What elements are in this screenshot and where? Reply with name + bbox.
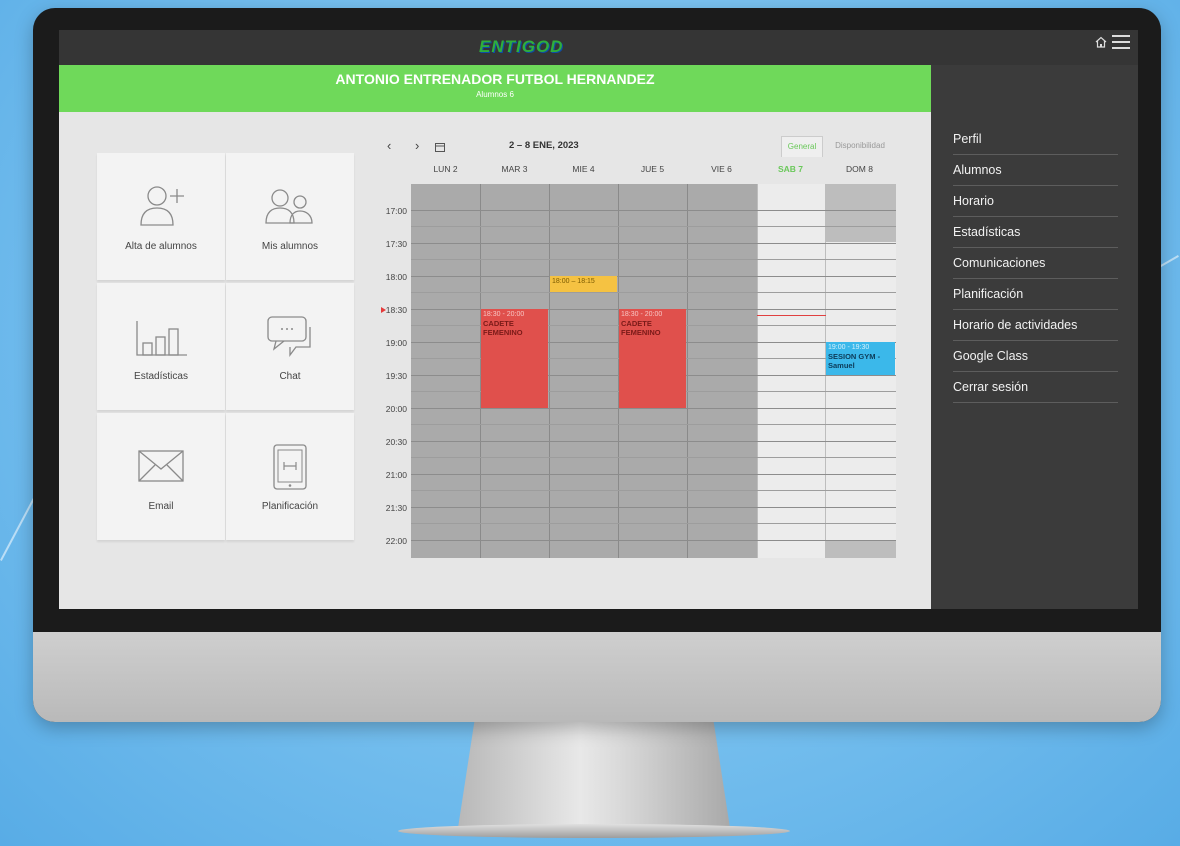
- sidebar-menu: Perfil Alumnos Horario Estadísticas Comu…: [931, 65, 1138, 609]
- menu-icon[interactable]: [1112, 35, 1130, 49]
- time-label: 19:00: [385, 338, 407, 348]
- monitor-chin: [33, 632, 1161, 722]
- sidebar-item-comunicaciones[interactable]: Comunicaciones: [953, 248, 1118, 279]
- current-time-marker: [381, 307, 386, 313]
- chat-icon: [267, 316, 311, 357]
- day-header: LUN 2: [433, 164, 458, 174]
- calendar-grid[interactable]: 18:00 – 18:15 18:30 - 20:00 CADETE FEMEN…: [411, 184, 896, 558]
- calendar-icon[interactable]: [435, 142, 445, 152]
- time-label: 17:30: [385, 239, 407, 249]
- tile-label: Email: [148, 501, 174, 512]
- time-label: 17:00: [385, 206, 407, 216]
- day-header-today: SAB 7: [777, 164, 804, 174]
- day-header: VIE 6: [711, 164, 732, 174]
- day-header: DOM 8: [846, 164, 873, 174]
- time-label: 18:00: [385, 272, 407, 282]
- week-range: 2 – 8 ENE, 2023: [509, 140, 579, 151]
- event-block[interactable]: 18:30 - 20:00 CADETE FEMENINO: [481, 309, 548, 408]
- tile-alta-alumnos[interactable]: Alta de alumnos: [97, 153, 225, 280]
- tile-label: Chat: [279, 371, 301, 382]
- bar-chart-icon: [136, 321, 187, 356]
- day-header: JUE 5: [640, 164, 665, 174]
- profile-header: ANTONIO ENTRENADOR FUTBOL HERNANDEZ Alum…: [59, 65, 931, 112]
- time-label: 19:30: [385, 371, 407, 381]
- screen: ENTIGOD ANTONIO ENTRENADOR FUTBOL HERNAN…: [59, 30, 1138, 609]
- event-block[interactable]: 18:30 - 20:00 CADETE FEMENINO: [619, 309, 686, 408]
- monitor: ENTIGOD ANTONIO ENTRENADOR FUTBOL HERNAN…: [33, 8, 1161, 722]
- tile-label: Mis alumnos: [261, 241, 319, 252]
- time-label: 20:30: [385, 437, 407, 447]
- tablet-icon: [273, 444, 307, 490]
- sidebar-item-estadisticas[interactable]: Estadísticas: [953, 217, 1118, 248]
- add-user-icon: [140, 186, 184, 226]
- event-block[interactable]: 18:00 – 18:15: [550, 276, 617, 292]
- event-block[interactable]: 19:00 - 19:30 SESION GYM - Samuel: [826, 342, 895, 375]
- day-header: MIE 4: [572, 164, 595, 174]
- prev-week-button[interactable]: ‹: [387, 138, 391, 153]
- sidebar-item-horario-actividades[interactable]: Horario de actividades: [953, 310, 1118, 341]
- calendar: ‹ › 2 – 8 ENE, 2023 General Disponibilid…: [379, 132, 899, 572]
- sidebar-item-cerrar-sesion[interactable]: Cerrar sesión: [953, 372, 1118, 403]
- sidebar-item-google-class[interactable]: Google Class: [953, 341, 1118, 372]
- students-count: Alumnos 6: [476, 90, 514, 99]
- tile-email[interactable]: Email: [97, 413, 225, 540]
- monitor-stand: [458, 722, 730, 828]
- time-label: 21:00: [385, 470, 407, 480]
- logo-text: ENTIGOD: [479, 37, 564, 56]
- sidebar-item-alumnos[interactable]: Alumnos: [953, 155, 1118, 186]
- today-column: [757, 184, 826, 558]
- next-week-button[interactable]: ›: [415, 138, 419, 153]
- home-icon[interactable]: [1094, 35, 1108, 49]
- top-bar: ENTIGOD: [59, 30, 1138, 65]
- coach-name: ANTONIO ENTRENADOR FUTBOL HERNANDEZ: [335, 71, 655, 87]
- tile-mis-alumnos[interactable]: Mis alumnos: [226, 153, 354, 280]
- time-label: 21:30: [385, 503, 407, 513]
- sidebar-item-planificacion[interactable]: Planificación: [953, 279, 1118, 310]
- tile-label: Estadísticas: [134, 371, 188, 382]
- tab-disponibilidad[interactable]: Disponibilidad: [825, 136, 895, 156]
- time-label: 20:00: [385, 404, 407, 414]
- current-time-line: [757, 315, 826, 316]
- tile-label: Alta de alumnos: [125, 241, 197, 252]
- sidebar-item-horario[interactable]: Horario: [953, 186, 1118, 217]
- tile-label: Planificación: [261, 501, 319, 512]
- tab-general[interactable]: General: [781, 136, 823, 157]
- tile-planificacion[interactable]: Planificación: [226, 413, 354, 540]
- time-label: 22:00: [385, 536, 407, 546]
- tile-estadisticas[interactable]: Estadísticas: [97, 283, 225, 410]
- app-logo[interactable]: ENTIGOD: [479, 37, 562, 59]
- users-icon: [265, 189, 313, 224]
- sidebar-item-perfil[interactable]: Perfil: [953, 124, 1118, 155]
- tile-chat[interactable]: Chat: [226, 283, 354, 410]
- envelope-icon: [138, 450, 184, 482]
- day-header: MAR 3: [501, 164, 528, 174]
- monitor-stand-base: [398, 824, 790, 838]
